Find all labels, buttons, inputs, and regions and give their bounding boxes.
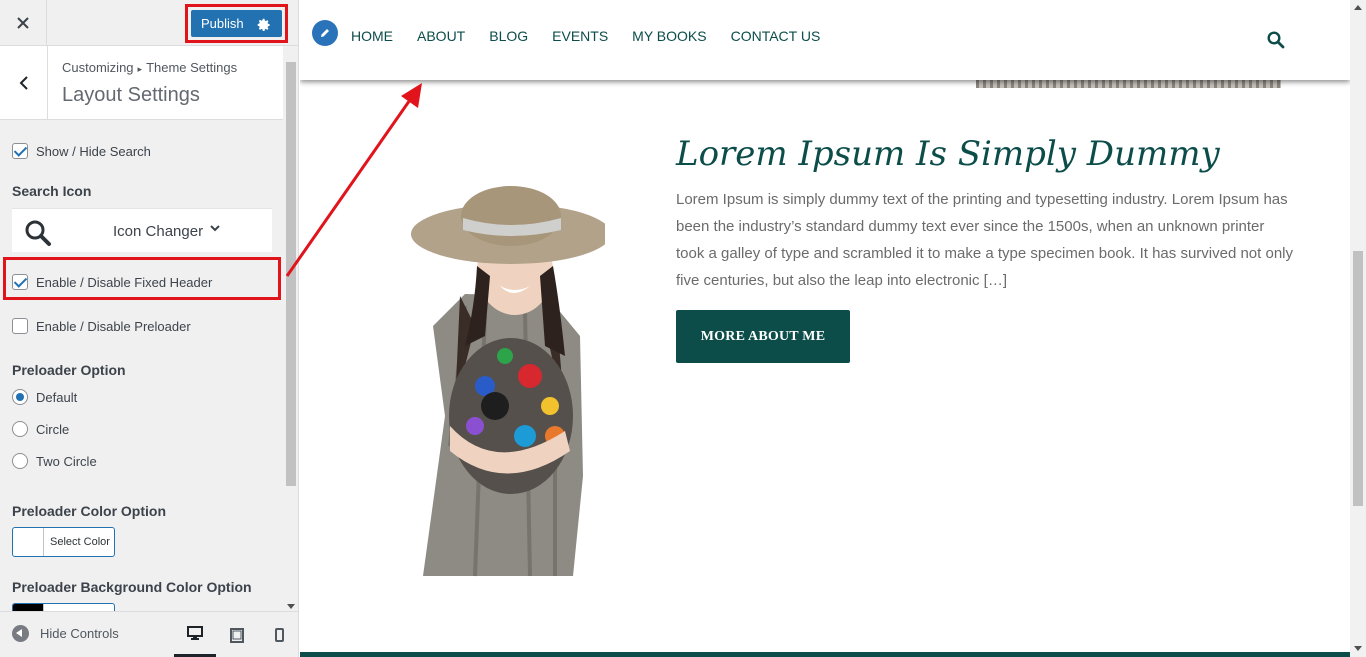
fixed-header-label: Enable / Disable Fixed Header: [36, 274, 213, 290]
nav-home[interactable]: HOME: [351, 28, 393, 44]
breadcrumb-root: Customizing: [62, 60, 134, 75]
color-swatch: [13, 528, 44, 556]
radio-circle[interactable]: [12, 421, 28, 437]
section-header: Customizing ▸ Theme Settings Layout Settin…: [0, 46, 283, 120]
scroll-down-arrow[interactable]: [1354, 646, 1362, 651]
sidebar-scrollbar[interactable]: [283, 46, 298, 611]
scroll-down-arrow[interactable]: [287, 604, 295, 609]
breadcrumb: Customizing ▸ Theme Settings: [62, 60, 237, 75]
close-customizer-button[interactable]: [0, 0, 47, 46]
main-nav: HOME ABOUT BLOG EVENTS MY BOOKS CONTACT …: [351, 28, 844, 44]
breadcrumb-separator: ▸: [137, 64, 143, 74]
fixed-header-checkbox[interactable]: [12, 274, 28, 290]
collapse-icon: [12, 625, 29, 642]
hero-image-peek: [976, 80, 1281, 88]
nav-contact-us[interactable]: CONTACT US: [731, 28, 821, 44]
customizer-app: Publish Customizing ▸ Theme Settings Layou…: [0, 0, 1366, 657]
breadcrumb-parent: Theme Settings: [146, 60, 238, 75]
search-icon: [25, 220, 51, 246]
nav-my-books[interactable]: MY BOOKS: [632, 28, 706, 44]
device-desktop-button[interactable]: [174, 612, 216, 657]
preview-scrollbar[interactable]: [1350, 0, 1366, 657]
show-hide-search-checkbox[interactable]: [12, 143, 28, 159]
publish-button[interactable]: Publish: [191, 10, 282, 37]
preloader-option-circle[interactable]: Circle: [12, 421, 69, 437]
gear-icon[interactable]: [257, 18, 271, 32]
hide-controls-label: Hide Controls: [40, 626, 119, 641]
edit-shortcut-icon[interactable]: [312, 20, 338, 46]
radio-default-label: Default: [36, 389, 78, 405]
icon-changer-label: Icon Changer: [113, 223, 204, 240]
nav-events[interactable]: EVENTS: [552, 28, 608, 44]
mobile-icon: [274, 628, 284, 642]
radio-two-circle-label: Two Circle: [36, 453, 97, 469]
device-mobile-button[interactable]: [258, 612, 298, 657]
hide-controls-button[interactable]: Hide Controls: [12, 625, 119, 642]
section-title: Layout Settings: [62, 84, 200, 106]
search-icon[interactable]: [1267, 31, 1285, 49]
show-hide-search-control[interactable]: Show / Hide Search: [12, 143, 151, 159]
preview-scroll-thumb[interactable]: [1353, 251, 1363, 506]
icon-changer-select[interactable]: Icon Changer: [12, 208, 272, 252]
site-header: HOME ABOUT BLOG EVENTS MY BOOKS CONTACT …: [300, 0, 1350, 80]
preloader-option-label: Preloader Option: [12, 362, 126, 378]
back-button[interactable]: [0, 46, 48, 120]
post-excerpt: Lorem Ipsum is simply dummy text of the …: [676, 191, 1293, 289]
publish-label: Publish: [201, 16, 244, 31]
chevron-down-icon: [210, 225, 220, 232]
site-preview: HOME ABOUT BLOG EVENTS MY BOOKS CONTACT …: [300, 0, 1350, 657]
preloader-bg-color-label: Preloader Background Color Option: [12, 579, 252, 595]
preloader-option-default[interactable]: Default: [12, 389, 77, 405]
tablet-icon: [230, 627, 244, 643]
chevron-left-icon: [19, 76, 28, 90]
footer-band: [300, 652, 1350, 657]
preloader-option-two-circle[interactable]: Two Circle: [12, 453, 97, 469]
preloader-label: Enable / Disable Preloader: [36, 318, 191, 334]
pencil-icon: [321, 29, 329, 37]
preloader-control[interactable]: Enable / Disable Preloader: [12, 318, 191, 334]
sidebar-scroll-thumb[interactable]: [286, 62, 296, 486]
radio-two-circle[interactable]: [12, 453, 28, 469]
customizer-topbar: Publish: [0, 0, 298, 46]
author-photo: [411, 186, 605, 577]
search-icon-label: Search Icon: [12, 183, 92, 199]
show-hide-search-label: Show / Hide Search: [36, 143, 151, 159]
fixed-header-control[interactable]: Enable / Disable Fixed Header: [12, 274, 212, 290]
customizer-footer: Hide Controls: [0, 611, 298, 657]
customizer-sidebar: Publish Customizing ▸ Theme Settings Layou…: [0, 0, 299, 657]
post-title[interactable]: Lorem Ipsum Is Simply Dummy: [676, 134, 1220, 174]
nav-blog[interactable]: BLOG: [489, 28, 528, 44]
select-color-button[interactable]: Select Color: [12, 527, 115, 557]
nav-about[interactable]: ABOUT: [417, 28, 465, 44]
device-tablet-button[interactable]: [216, 612, 258, 657]
close-icon: [17, 17, 29, 29]
select-color-label: Select Color: [50, 536, 110, 548]
radio-circle-label: Circle: [36, 421, 70, 437]
publish-highlight: Publish: [185, 4, 288, 43]
preloader-color-label: Preloader Color Option: [12, 503, 167, 519]
preloader-checkbox[interactable]: [12, 318, 28, 334]
scroll-up-arrow[interactable]: [1354, 5, 1362, 10]
more-about-me-button[interactable]: MORE ABOUT ME: [676, 310, 850, 363]
desktop-icon: [187, 626, 203, 640]
radio-default[interactable]: [12, 389, 28, 405]
